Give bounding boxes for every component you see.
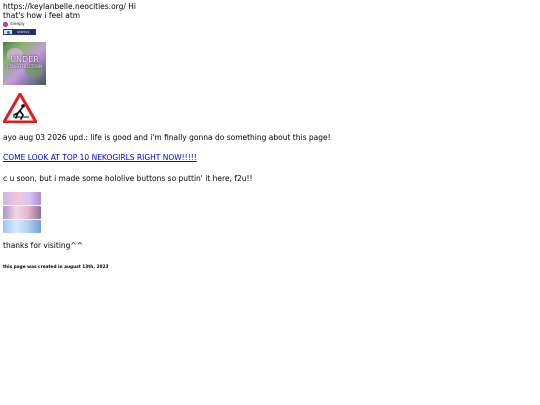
update-text: ayo aug 03 2026 upd.: life is good and i… bbox=[3, 132, 331, 142]
warning-sign-icon bbox=[2, 92, 38, 124]
status-label: sleepy bbox=[10, 21, 25, 27]
under-construction-line1: UNDER bbox=[10, 55, 39, 65]
hololive-button-2[interactable] bbox=[3, 205, 41, 219]
hololive-button-1[interactable] bbox=[3, 191, 41, 205]
badge-globe-icon bbox=[4, 30, 12, 35]
hololive-buttons bbox=[3, 191, 540, 233]
buttons-intro-text: c u soon, but i made some hololive butto… bbox=[3, 173, 253, 183]
thanks-text: thanks for visiting^^ bbox=[3, 240, 83, 250]
status-dot-icon bbox=[3, 22, 8, 28]
mood-line: that's how i feel atm bbox=[3, 10, 81, 20]
status-badge-icon[interactable]: status bbox=[3, 29, 36, 36]
under-construction-image: UNDER CONSTRUCTION bbox=[3, 42, 46, 86]
footer-text: this page was created in august 13th, 20… bbox=[3, 265, 109, 271]
url-line: https://keylanbelle.neocities.org/ Hi bbox=[3, 2, 137, 11]
nekogirls-link[interactable]: COME LOOK AT TOP 10 NEKOGIRLS RIGHT NOW!… bbox=[3, 153, 197, 163]
under-construction-line2: CONSTRUCTION bbox=[6, 65, 43, 71]
badge-label: status bbox=[12, 30, 35, 35]
status-widget[interactable]: sleepy bbox=[3, 21, 540, 28]
page-content: https://keylanbelle.neocities.org/ Hi th… bbox=[0, 0, 540, 270]
hololive-button-3[interactable] bbox=[3, 219, 41, 233]
